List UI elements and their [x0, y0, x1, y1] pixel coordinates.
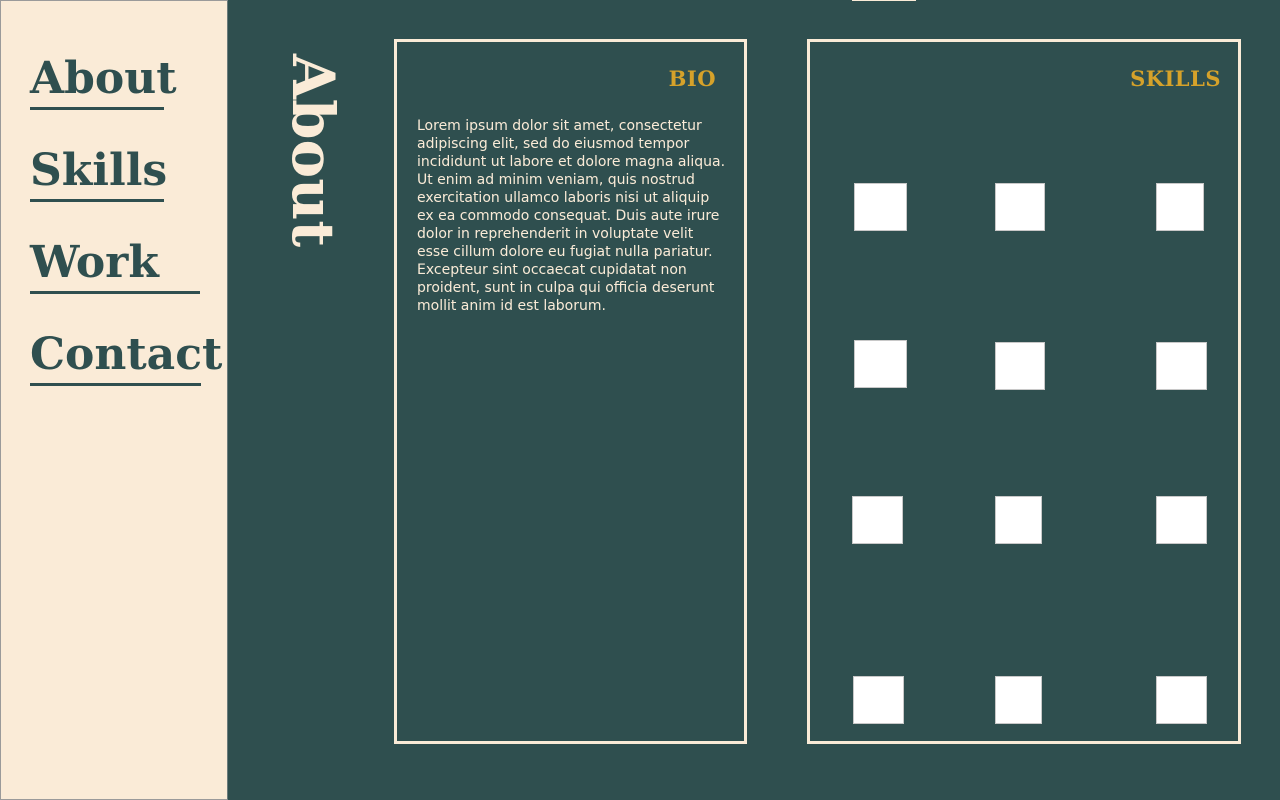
bio-title: BIO — [668, 66, 716, 91]
skill-icon-8 — [995, 496, 1042, 544]
skill-icon-2 — [995, 183, 1045, 231]
skill-icon-7 — [852, 496, 903, 544]
nav-link-contact[interactable]: Contact — [30, 329, 222, 386]
page-title: About — [279, 54, 347, 248]
nav-link-skills[interactable]: Skills — [30, 145, 167, 202]
skill-icon-11 — [995, 676, 1042, 724]
skills-panel: SKILLS — [807, 39, 1241, 744]
skill-icon-12 — [1156, 676, 1207, 724]
skill-icon-6 — [1156, 342, 1207, 390]
nav-link-about[interactable]: About — [30, 53, 177, 110]
nav-link-work[interactable]: Work — [30, 237, 200, 294]
skill-icon-10 — [853, 676, 904, 724]
bio-text: Lorem ipsum dolor sit amet, consectetur … — [417, 118, 726, 314]
skill-icon-1 — [854, 183, 907, 231]
top-edge-tab — [852, 0, 916, 1]
skill-icon-5 — [995, 342, 1045, 390]
sidebar-nav: About Skills Work Contact — [0, 0, 228, 800]
skills-title: SKILLS — [1130, 66, 1221, 91]
skill-icon-4 — [854, 340, 907, 388]
skill-icon-9 — [1156, 496, 1207, 544]
skill-icon-3 — [1156, 183, 1204, 231]
bio-panel: BIO Lorem ipsum dolor sit amet, consecte… — [394, 39, 747, 744]
